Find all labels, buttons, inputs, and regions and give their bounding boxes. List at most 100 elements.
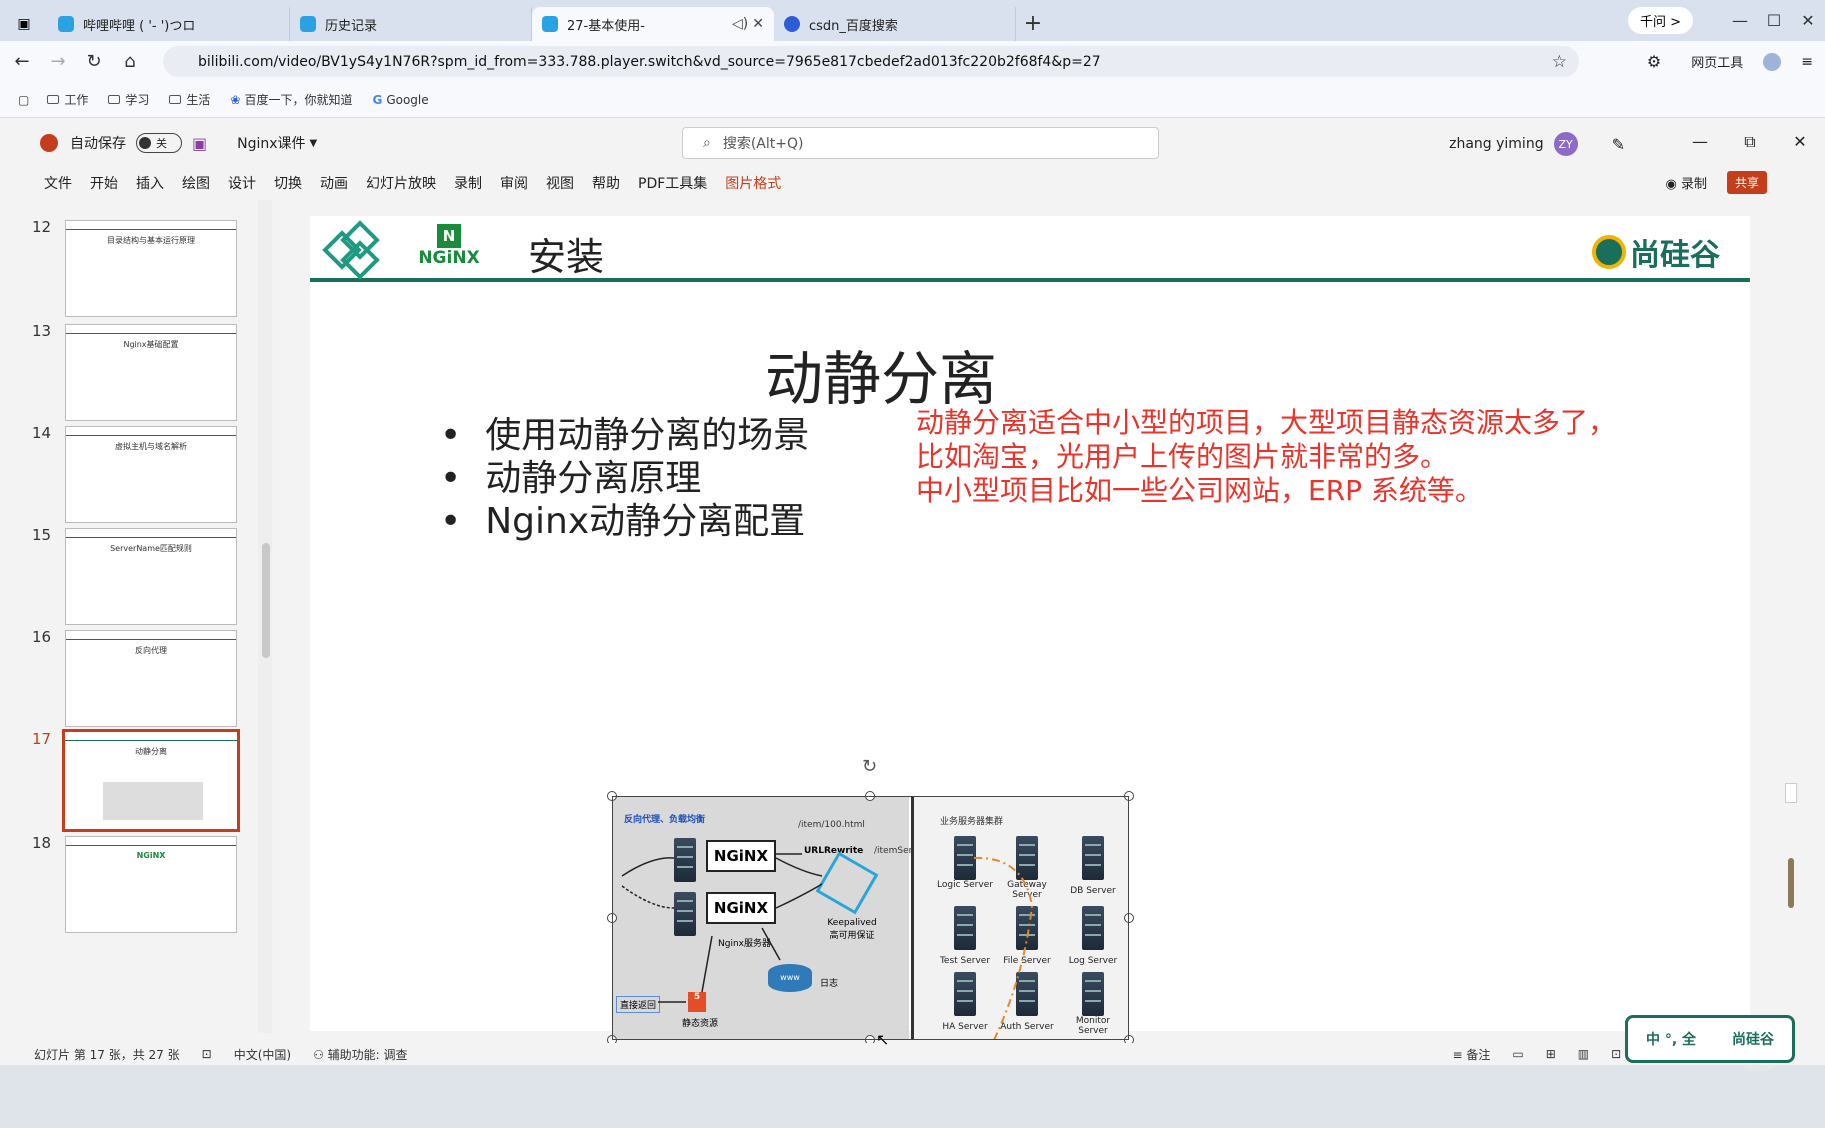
- restore-icon[interactable]: ⧉: [1725, 132, 1775, 152]
- tab-actions-icon[interactable]: ▣: [0, 7, 48, 41]
- record-button[interactable]: ◉ 录制: [1666, 173, 1708, 192]
- menu-insert[interactable]: 插入: [136, 173, 164, 193]
- menu-help[interactable]: 帮助: [592, 173, 620, 193]
- resize-handle[interactable]: [1124, 791, 1134, 801]
- bookmark-google[interactable]: GGoogle: [372, 93, 428, 107]
- language-label[interactable]: 中文(中国): [234, 1046, 291, 1063]
- tab-csdn-search[interactable]: csdn_百度搜索: [774, 7, 1016, 41]
- thumb-header-line: [66, 639, 236, 640]
- resize-handle[interactable]: [1124, 913, 1134, 923]
- bookmarks-bar: ▢ 工作 学习 生活 ❀百度一下，你就知道 GGoogle: [0, 82, 1825, 118]
- menu-record[interactable]: 录制: [454, 173, 482, 193]
- search-box[interactable]: ⌕搜索(Alt+Q): [682, 127, 1159, 159]
- bullet-list[interactable]: 使用动静分离的场景 动静分离原理 Nginx动静分离配置: [440, 414, 809, 543]
- menu-animations[interactable]: 动画: [320, 173, 348, 193]
- baidu-icon: [784, 16, 800, 32]
- thumbnail-slide-18[interactable]: NGiNX: [65, 836, 237, 933]
- menu-transitions[interactable]: 切换: [274, 173, 302, 193]
- bookmark-work[interactable]: 工作: [47, 91, 88, 108]
- menu-slideshow[interactable]: 幻灯片放映: [366, 173, 436, 193]
- menu-home[interactable]: 开始: [90, 173, 118, 193]
- bullet-item: Nginx动静分离配置: [440, 500, 809, 543]
- more-menu-icon[interactable]: ≡: [1801, 54, 1813, 70]
- back-icon[interactable]: ←: [4, 51, 40, 72]
- notes-button[interactable]: ≡ 备注: [1452, 1046, 1490, 1063]
- thumb-number: 14: [32, 424, 51, 442]
- menu-view[interactable]: 视图: [546, 173, 574, 193]
- folder-icon: [169, 95, 181, 104]
- slide-scrollbar[interactable]: [1785, 308, 1799, 1128]
- web-tools-button[interactable]: 网页工具: [1691, 52, 1743, 71]
- close-tab-icon[interactable]: ✕: [752, 16, 764, 32]
- pen-icon[interactable]: ✎: [1612, 135, 1625, 154]
- bookmark-star-icon[interactable]: ☆: [1552, 52, 1567, 72]
- thumb-number: 13: [32, 322, 51, 340]
- slideshow-icon[interactable]: ⊡: [1611, 1047, 1621, 1061]
- thumb-title: 虚拟主机与域名解析: [66, 441, 236, 452]
- maximize-icon[interactable]: ☐: [1757, 11, 1791, 30]
- thumbnail-slide-16[interactable]: 反向代理: [65, 630, 237, 727]
- close-icon[interactable]: ✕: [1791, 11, 1825, 30]
- thumb-number: 18: [32, 834, 51, 852]
- tab-active-video[interactable]: 27-基本使用-◁)✕: [532, 7, 774, 41]
- qianwen-button[interactable]: 千问 >: [1628, 7, 1693, 34]
- resize-handle[interactable]: [607, 791, 617, 801]
- tab-bilibili-home[interactable]: 哔哩哔哩 ( '- ')つロ: [48, 7, 290, 41]
- spellcheck-icon[interactable]: ⊡: [202, 1047, 212, 1061]
- menu-picture-format[interactable]: 图片格式: [725, 173, 781, 193]
- profile-icon[interactable]: [1763, 53, 1781, 71]
- bookmark-baidu[interactable]: ❀百度一下，你就知道: [230, 91, 352, 108]
- user-account[interactable]: zhang yimingZY✎: [1449, 132, 1625, 156]
- tab-label: csdn_百度搜索: [809, 15, 1005, 34]
- red-note-text[interactable]: 动静分离适合中小型的项目，大型项目静态资源太多了， 比如淘宝，光用户上传的图片就…: [916, 406, 1616, 508]
- slide-title[interactable]: 动静分离: [765, 332, 997, 416]
- normal-view-icon[interactable]: ▭: [1512, 1047, 1523, 1061]
- scrollbar-thumb[interactable]: [1785, 783, 1797, 803]
- menu-review[interactable]: 审阅: [500, 173, 528, 193]
- reload-icon[interactable]: ↻: [76, 51, 112, 72]
- proxy-area: 反向代理、负载均衡 /item/100.html NGiNX NGiNX URL…: [612, 796, 909, 1040]
- resize-handle[interactable]: [865, 791, 875, 801]
- minimize-icon[interactable]: —: [1675, 132, 1725, 152]
- new-tab-button[interactable]: +: [1016, 11, 1050, 36]
- accessibility-status[interactable]: ⚇ 辅助功能: 调查: [313, 1046, 407, 1063]
- menu-pdf[interactable]: PDF工具集: [638, 173, 707, 193]
- forward-icon[interactable]: →: [40, 51, 76, 72]
- bookmark-study[interactable]: 学习: [108, 91, 149, 108]
- thumbnail-slide-17-selected[interactable]: 动静分离: [62, 729, 240, 832]
- thumb-header-line: [66, 435, 236, 436]
- autosave-toggle[interactable]: 关: [136, 133, 182, 153]
- menu-design[interactable]: 设计: [228, 173, 256, 193]
- resize-handle[interactable]: [607, 913, 617, 923]
- slide-sorter-icon[interactable]: ⊞: [1546, 1047, 1556, 1061]
- home-icon[interactable]: ⌂: [112, 51, 148, 72]
- toggle-knob: [139, 137, 151, 149]
- reading-view-icon[interactable]: ▥: [1578, 1047, 1589, 1061]
- thumb-number: 12: [32, 218, 51, 236]
- chevron-down-icon[interactable]: ▼: [310, 138, 318, 149]
- url-input[interactable]: bilibili.com/video/BV1yS4y1N76R?spm_id_f…: [163, 46, 1579, 77]
- scrollbar-thumb[interactable]: [262, 543, 270, 658]
- file-name[interactable]: Nginx课件: [237, 133, 305, 153]
- close-icon[interactable]: ✕: [1775, 132, 1825, 152]
- tab-history[interactable]: 历史记录: [290, 7, 532, 41]
- brand-badge: 中 °, 全尚硅谷: [1625, 1015, 1795, 1063]
- note-line: 动静分离适合中小型的项目，大型项目静态资源太多了，: [916, 406, 1616, 440]
- extensions-icon[interactable]: ⚙: [1647, 52, 1661, 71]
- toggle-label: 关: [156, 135, 167, 151]
- thumbnail-slide-13[interactable]: Nginx基础配置: [65, 324, 237, 421]
- badge-input-text: 中 °, 全: [1646, 1029, 1696, 1049]
- save-icon[interactable]: ▣: [192, 134, 207, 153]
- share-button[interactable]: 共享: [1727, 171, 1767, 194]
- menu-file[interactable]: 文件: [44, 173, 72, 193]
- thumbnail-slide-14[interactable]: 虚拟主机与域名解析: [65, 426, 237, 523]
- menu-draw[interactable]: 绘图: [182, 173, 210, 193]
- bookmarks-icon[interactable]: ▢: [18, 93, 29, 107]
- speaker-icon[interactable]: ◁): [732, 16, 748, 32]
- minimize-icon[interactable]: —: [1723, 11, 1757, 30]
- bookmark-life[interactable]: 生活: [169, 91, 210, 108]
- thumbnail-slide-12[interactable]: 目录结构与基本运行原理: [65, 220, 237, 317]
- architecture-diagram[interactable]: 反向代理、负载均衡 /item/100.html NGiNX NGiNX URL…: [612, 796, 1132, 1040]
- thumbnail-slide-15[interactable]: ServerName匹配规则: [65, 528, 237, 625]
- rotate-handle-icon[interactable]: ↻: [862, 756, 877, 777]
